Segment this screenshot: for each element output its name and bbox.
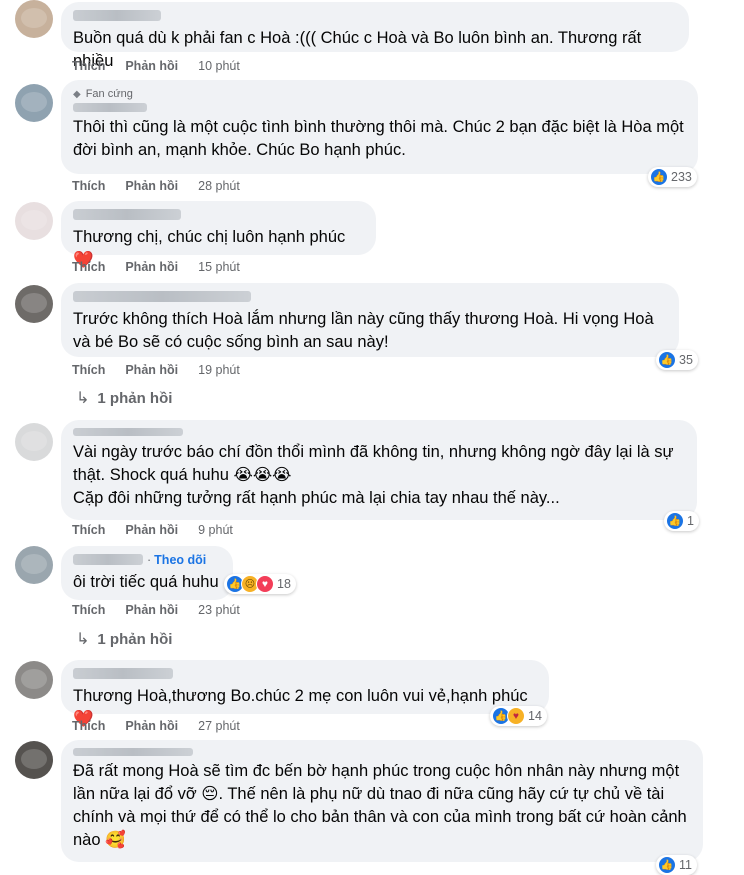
comment-time[interactable]: 9 phút	[198, 523, 233, 537]
commenter-name[interactable]	[73, 209, 181, 220]
like-link[interactable]: Thích	[72, 260, 105, 274]
avatar[interactable]	[15, 741, 53, 779]
comment-bubble: Buồn quá dù k phải fan c Hoà :((( Chúc c…	[61, 2, 689, 70]
reaction-summary[interactable]: 👍 233	[648, 167, 697, 187]
comment-bubble: · Theo dõi ôi trời tiếc quá huhu	[61, 546, 233, 600]
avatar[interactable]	[15, 285, 53, 323]
avatar[interactable]	[15, 423, 53, 461]
comment-actions: Thích Phản hồi 19 phút	[72, 363, 240, 377]
comment-actions: Thích Phản hồi 23 phút	[72, 603, 240, 617]
like-reaction-icon: 👍	[658, 351, 676, 369]
fan-badge: ◆ Fan cứng	[73, 88, 133, 100]
like-link[interactable]: Thích	[72, 59, 105, 73]
commenter-name[interactable]	[73, 668, 173, 679]
comment-text: Trước không thích Hoà lắm nhưng lần này …	[73, 310, 659, 351]
comment-bubble: Thương chị, chúc chị luôn hạnh phúc ❤️	[61, 201, 376, 269]
like-reaction-icon: 👍	[650, 168, 668, 186]
like-link[interactable]: Thích	[72, 179, 105, 193]
commenter-name[interactable]	[73, 428, 183, 436]
diamond-icon: ◆	[73, 88, 81, 100]
reaction-summary[interactable]: 👍 11	[656, 855, 697, 875]
comment-actions: Thích Phản hồi 27 phút	[72, 719, 240, 733]
commenter-name[interactable]	[73, 554, 143, 565]
comment-time[interactable]: 10 phút	[198, 59, 240, 73]
comment-text: ôi trời tiếc quá huhu	[73, 573, 219, 591]
commenter-name[interactable]	[73, 291, 251, 302]
comment-actions: Thích Phản hồi 28 phút	[72, 179, 240, 193]
comment-time[interactable]: 28 phút	[198, 179, 240, 193]
comment-time[interactable]: 27 phút	[198, 719, 240, 733]
commenter-name[interactable]	[73, 10, 161, 21]
like-link[interactable]: Thích	[72, 363, 105, 377]
like-link[interactable]: Thích	[72, 603, 105, 617]
like-link[interactable]: Thích	[72, 523, 105, 537]
comment-bubble: Thương Hoà,thương Bo.chúc 2 mẹ con luôn …	[61, 660, 549, 728]
comment-time[interactable]: 19 phút	[198, 363, 240, 377]
reply-link[interactable]: Phản hồi	[125, 523, 178, 537]
reply-link[interactable]: Phản hồi	[125, 363, 178, 377]
reply-arrow-icon: ↳	[76, 390, 90, 407]
reply-link[interactable]: Phản hồi	[125, 603, 178, 617]
like-reaction-icon: 👍	[666, 512, 684, 530]
reaction-summary[interactable]: 👍 1	[664, 511, 699, 531]
comment-text: Đã rất mong Hoà sẽ tìm đc bến bờ hạnh ph…	[73, 762, 692, 849]
comment-text: Vài ngày trước báo chí đồn thổi mình đã …	[73, 443, 674, 507]
avatar[interactable]	[15, 0, 53, 38]
avatar[interactable]	[15, 661, 53, 699]
commenter-name[interactable]	[73, 748, 193, 756]
reaction-summary[interactable]: 👍 35	[656, 350, 698, 370]
comment-time[interactable]: 23 phút	[198, 603, 240, 617]
reply-link[interactable]: Phản hồi	[125, 179, 178, 193]
care-reaction-icon: ♥	[507, 707, 525, 725]
comment-bubble: Vài ngày trước báo chí đồn thổi mình đã …	[61, 420, 697, 520]
reaction-summary[interactable]: 👍 ♥ 14	[490, 706, 547, 726]
comment-text: Thôi thì cũng là một cuộc tình bình thườ…	[73, 118, 689, 159]
comment-actions: Thích Phản hồi 10 phút	[72, 59, 240, 73]
reply-arrow-icon: ↳	[76, 631, 90, 648]
comment-bubble: Đã rất mong Hoà sẽ tìm đc bến bờ hạnh ph…	[61, 740, 703, 862]
comment-actions: Thích Phản hồi 9 phút	[72, 523, 233, 537]
reply-link[interactable]: Phản hồi	[125, 59, 178, 73]
avatar[interactable]	[15, 202, 53, 240]
reaction-summary[interactable]: 👍 ☹ ♥ 18	[224, 574, 296, 594]
like-link[interactable]: Thích	[72, 719, 105, 733]
comment-actions: Thích Phản hồi 15 phút	[72, 260, 240, 274]
like-reaction-icon: 👍	[658, 856, 676, 874]
avatar[interactable]	[15, 546, 53, 584]
follow-link[interactable]: · Theo dõi	[147, 553, 206, 567]
love-reaction-icon: ♥	[256, 575, 274, 593]
comment-time[interactable]: 15 phút	[198, 260, 240, 274]
reply-link[interactable]: Phản hồi	[125, 260, 178, 274]
view-replies-link[interactable]: ↳ 1 phản hồi	[76, 388, 172, 408]
avatar[interactable]	[15, 84, 53, 122]
comment-bubble: Trước không thích Hoà lắm nhưng lần này …	[61, 283, 679, 357]
reply-link[interactable]: Phản hồi	[125, 719, 178, 733]
comment-bubble: ◆ Fan cứng Thôi thì cũng là một cuộc tình…	[61, 80, 698, 174]
commenter-name[interactable]	[73, 103, 147, 112]
view-replies-link[interactable]: ↳ 1 phản hồi	[76, 629, 172, 649]
